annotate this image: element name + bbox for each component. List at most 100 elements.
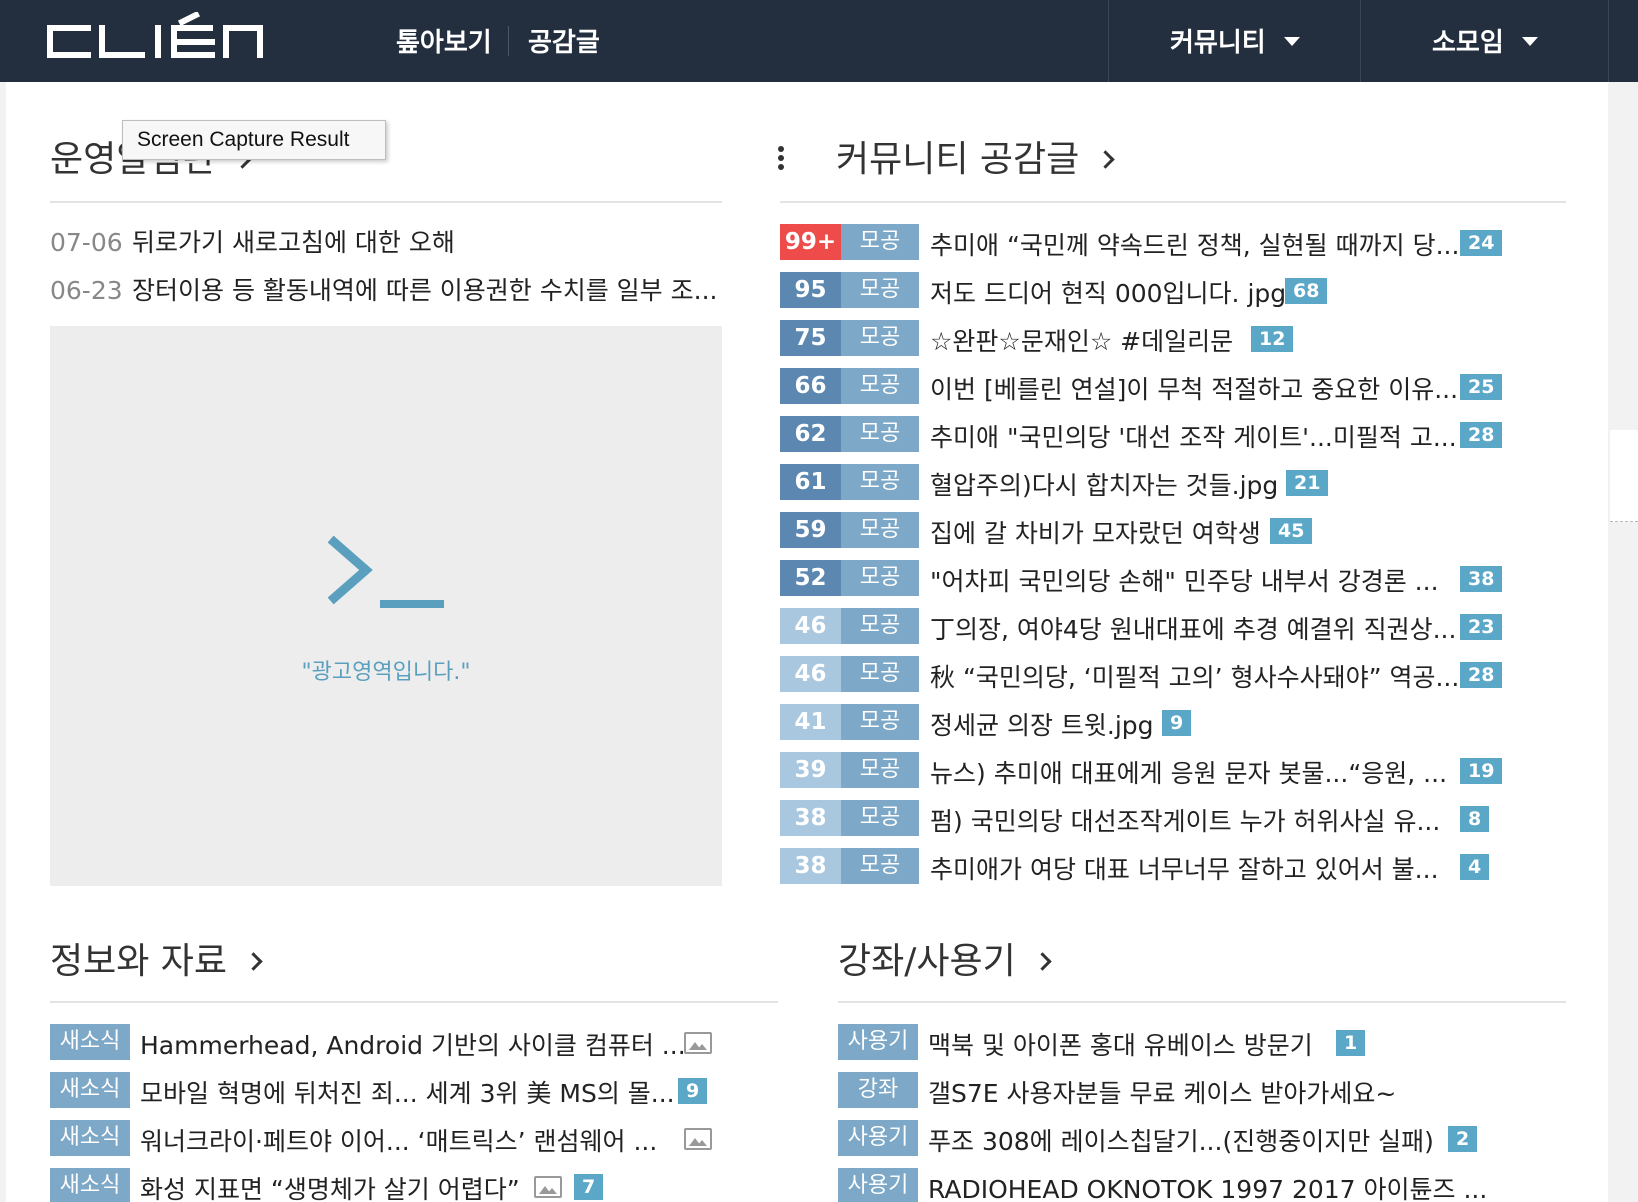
info-section-header[interactable]: 정보와 자료 (50, 932, 263, 984)
comment-count-badge: 45 (1270, 518, 1313, 544)
category-tag: 새소식 (50, 1120, 130, 1156)
top-navigation-bar: 톺아보기 공감글 커뮤니티 소모임 (0, 0, 1638, 82)
category-tag: 사용기 (838, 1168, 918, 1202)
clien-logo[interactable] (46, 12, 266, 62)
category-tag: 새소식 (50, 1168, 130, 1202)
post-title[interactable]: 정세균 의장 트윗.jpg (930, 706, 1154, 742)
review-section-title: 강좌/사용기 (838, 941, 1016, 982)
post-title[interactable]: 집에 갈 차비가 모자랐던 여학생 (930, 514, 1261, 550)
community-menu-label: 커뮤니티 (1170, 28, 1266, 58)
post-title[interactable]: Hammerhead, Android 기반의 사이클 컴퓨터 ... (140, 1026, 686, 1062)
smallgroup-menu[interactable]: 소모임 (1432, 22, 1538, 59)
category-tag: 모공 (841, 272, 919, 308)
comment-count-badge: 25 (1460, 374, 1503, 400)
post-title[interactable]: 갤S7E 사용자분들 무료 케이스 받아가세요~ (928, 1074, 1396, 1110)
community-post-row[interactable]: 75 모공 ☆완판☆문재인☆ #데일리문 12 (780, 320, 1566, 356)
list-item[interactable]: 사용기 푸조 308에 레이스칩달기...(진행중이지만 실패) 2 (838, 1120, 1568, 1156)
post-title[interactable]: 푸조 308에 레이스칩달기...(진행중이지만 실패) (928, 1122, 1434, 1158)
community-post-row[interactable]: 41 모공 정세균 의장 트윗.jpg 9 (780, 704, 1566, 740)
community-post-row[interactable]: 39 모공 뉴스) 추미애 대표에게 응원 문자 봇물...“응원, ... 19 (780, 752, 1566, 788)
chevron-down-icon (1283, 37, 1300, 46)
list-item[interactable]: 새소식 워너크라이·페트야 이어... ‘매트릭스’ 랜섬웨어 ... (50, 1120, 780, 1156)
community-post-row[interactable]: 46 모공 秋 “국민의당, ‘미필적 고의’ 형사수사돼야” 역공.... 28 (780, 656, 1566, 692)
like-count-badge: 39 (780, 752, 841, 788)
community-post-row[interactable]: 46 모공 丁의장, 여야4당 원내대표에 추경 예결위 직권상... 23 (780, 608, 1566, 644)
post-title[interactable]: 추미애가 여당 대표 너무너무 잘하고 있어서 불... (930, 850, 1439, 886)
comment-count-badge: 19 (1460, 758, 1503, 784)
category-tag: 모공 (841, 848, 919, 884)
like-count-badge: 61 (780, 464, 841, 500)
like-count-badge: 46 (780, 608, 841, 644)
post-title[interactable]: 맥북 및 아이폰 홍대 유베이스 방문기 (928, 1026, 1313, 1062)
comment-count-badge: 9 (678, 1078, 708, 1104)
image-icon (684, 1128, 712, 1150)
notice-item[interactable]: 07-06 뒤로가기 새로고침에 대한 오해 (50, 223, 455, 259)
image-icon (534, 1176, 562, 1198)
community-post-row[interactable]: 66 모공 이번 [베를린 연설]이 무척 적절하고 중요한 이유... 25 (780, 368, 1566, 404)
section-divider (50, 201, 722, 203)
community-post-row[interactable]: 61 모공 혈압주의)다시 합치자는 것들.jpg 21 (780, 464, 1566, 500)
post-title[interactable]: 이번 [베를린 연설]이 무척 적절하고 중요한 이유... (930, 370, 1458, 406)
post-title[interactable]: 워너크라이·페트야 이어... ‘매트릭스’ 랜섬웨어 ... (140, 1122, 657, 1158)
comment-count-badge: 9 (1162, 710, 1192, 736)
list-item[interactable]: 새소식 모바일 혁명에 뒤처진 죄... 세계 3위 美 MS의 몰... 9 (50, 1072, 780, 1108)
community-section-title: 커뮤니티 공감글 (836, 139, 1080, 180)
community-post-row[interactable]: 38 모공 추미애가 여당 대표 너무너무 잘하고 있어서 불... 4 (780, 848, 1566, 884)
like-count-badge: 95 (780, 272, 841, 308)
community-section-header[interactable]: 커뮤니티 공감글 (836, 130, 1115, 182)
community-post-row[interactable]: 52 모공 "어차피 국민의당 손해" 민주당 내부서 강경론 ... 38 (780, 560, 1566, 596)
category-tag: 모공 (841, 656, 919, 692)
post-title[interactable]: "어차피 국민의당 손해" 민주당 내부서 강경론 ... (930, 562, 1439, 598)
list-item[interactable]: 강좌 갤S7E 사용자분들 무료 케이스 받아가세요~ (838, 1072, 1568, 1108)
more-options-icon[interactable] (778, 146, 786, 170)
community-post-row[interactable]: 62 모공 추미애 "국민의당 '대선 조작 게이트'...미필적 고... 28 (780, 416, 1566, 452)
side-tab[interactable] (1610, 430, 1638, 522)
nav-browse[interactable]: 톺아보기 (396, 22, 492, 59)
post-title[interactable]: 추미애 “국민께 약속드린 정책, 실현될 때까지 당... (930, 226, 1459, 262)
community-post-row[interactable]: 38 모공 펌) 국민의당 대선조작게이트 누가 허위사실 유... 8 (780, 800, 1566, 836)
review-section-header[interactable]: 강좌/사용기 (838, 932, 1052, 984)
notice-item[interactable]: 06-23 장터이용 등 활동내역에 따른 이용권한 수치를 일부 조... (50, 271, 717, 307)
category-tag: 모공 (841, 752, 919, 788)
category-tag: 모공 (841, 608, 919, 644)
section-divider (838, 1001, 1566, 1003)
list-item[interactable]: 사용기 맥북 및 아이폰 홍대 유베이스 방문기 1 (838, 1024, 1568, 1060)
comment-count-badge: 1 (1336, 1030, 1366, 1056)
post-title[interactable]: ☆완판☆문재인☆ #데일리문 (930, 322, 1233, 358)
nav-separator (508, 26, 509, 56)
screen-capture-tooltip: Screen Capture Result (122, 120, 386, 160)
community-post-row[interactable]: 95 모공 저도 드디어 현직 000입니다. jpg 68 (780, 272, 1566, 308)
category-tag: 모공 (841, 800, 919, 836)
post-title[interactable]: 저도 드디어 현직 000입니다. jpg (930, 274, 1286, 310)
image-icon (684, 1032, 712, 1054)
post-title[interactable]: 화성 지표면 “생명체가 살기 어렵다” (140, 1170, 520, 1202)
post-title[interactable]: 뉴스) 추미애 대표에게 응원 문자 봇물...“응원, ... (930, 754, 1447, 790)
community-menu[interactable]: 커뮤니티 (1170, 22, 1300, 59)
menu-divider (1608, 0, 1609, 82)
chevron-down-icon (1521, 37, 1538, 46)
comment-count-badge: 8 (1460, 806, 1490, 832)
menu-divider (1108, 0, 1109, 82)
list-item[interactable]: 새소식 화성 지표면 “생명체가 살기 어렵다” 7 (50, 1168, 780, 1202)
community-post-row[interactable]: 59 모공 집에 갈 차비가 모자랐던 여학생 45 (780, 512, 1566, 548)
post-title[interactable]: RADIOHEAD OKNOTOK 1997 2017 아이튠즈 ... (928, 1170, 1487, 1202)
post-title[interactable]: 秋 “국민의당, ‘미필적 고의’ 형사수사돼야” 역공.... (930, 658, 1467, 694)
notice-title: 뒤로가기 새로고침에 대한 오해 (132, 228, 455, 257)
comment-count-badge: 28 (1460, 662, 1503, 688)
ad-area[interactable]: "광고영역입니다." (50, 326, 722, 886)
post-title[interactable]: 추미애 "국민의당 '대선 조작 게이트'...미필적 고... (930, 418, 1457, 454)
list-item[interactable]: 사용기 RADIOHEAD OKNOTOK 1997 2017 아이튠즈 ... (838, 1168, 1568, 1202)
page-margin-right (1608, 82, 1638, 1202)
comment-count-badge: 28 (1460, 422, 1503, 448)
category-tag: 모공 (841, 320, 919, 356)
post-title[interactable]: 丁의장, 여야4당 원내대표에 추경 예결위 직권상... (930, 610, 1456, 646)
community-post-row[interactable]: 99+ 모공 추미애 “국민께 약속드린 정책, 실현될 때까지 당... 24 (780, 224, 1566, 260)
like-count-badge: 52 (780, 560, 841, 596)
nav-popular[interactable]: 공감글 (528, 22, 600, 59)
post-title[interactable]: 모바일 혁명에 뒤처진 죄... 세계 3위 美 MS의 몰... (140, 1074, 675, 1110)
comment-count-badge: 4 (1460, 854, 1490, 880)
post-title[interactable]: 혈압주의)다시 합치자는 것들.jpg (930, 466, 1278, 502)
comment-count-badge: 24 (1460, 230, 1503, 256)
post-title[interactable]: 펌) 국민의당 대선조작게이트 누가 허위사실 유... (930, 802, 1440, 838)
list-item[interactable]: 새소식 Hammerhead, Android 기반의 사이클 컴퓨터 ... (50, 1024, 780, 1060)
